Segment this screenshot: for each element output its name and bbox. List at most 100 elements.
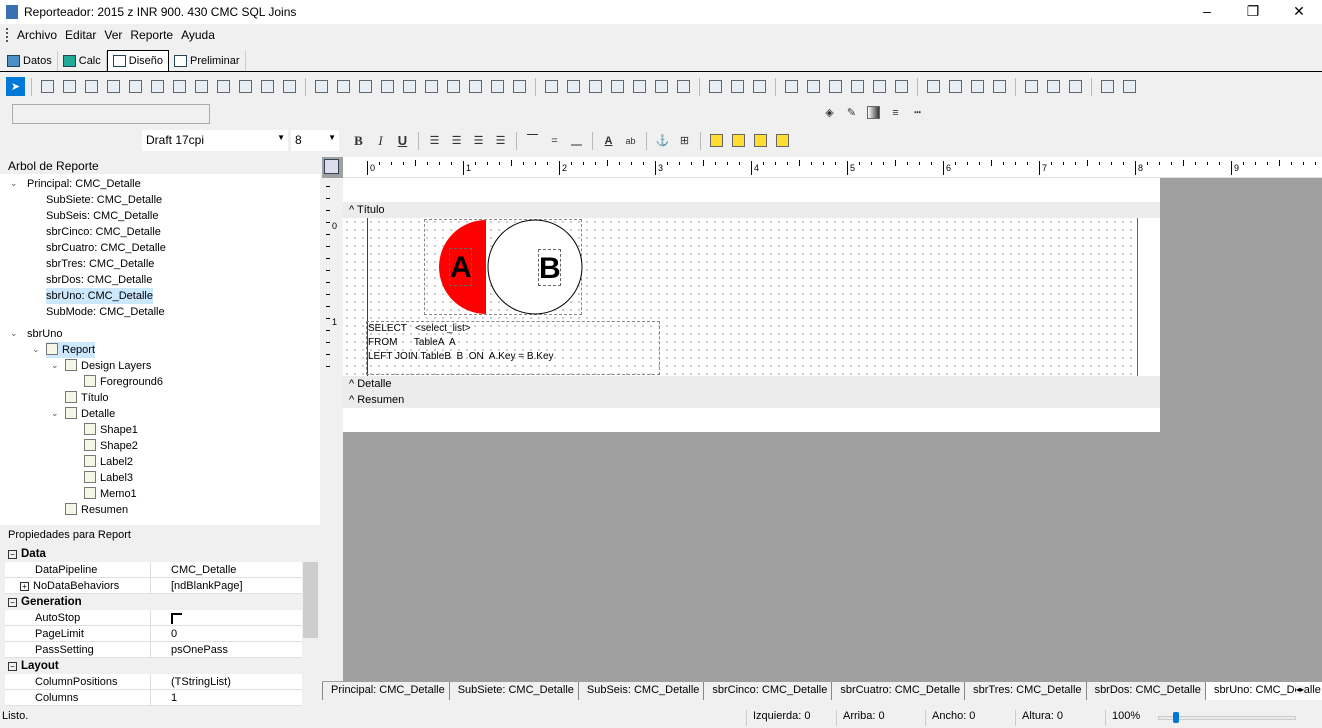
property-value[interactable]: CMC_Detalle: [151, 562, 236, 577]
memo1-sql[interactable]: SELECT <select_list> FROM TableA A LEFT …: [366, 321, 660, 375]
shape2-circle-b[interactable]: [487, 219, 583, 315]
barcode-icon[interactable]: [236, 77, 255, 96]
center-v-icon[interactable]: [1022, 77, 1041, 96]
align-middle-icon[interactable]: [804, 77, 823, 96]
tree-node[interactable]: Report: [46, 342, 96, 358]
tab-diseno[interactable]: Diseño: [106, 50, 170, 71]
richtext-icon[interactable]: [82, 77, 101, 96]
tree-node[interactable]: SubMode: CMC_Detalle: [46, 304, 165, 320]
checkbox[interactable]: [171, 613, 182, 624]
close-button[interactable]: ✕: [1276, 0, 1322, 24]
page-break-icon[interactable]: [586, 77, 605, 96]
font-color-button[interactable]: A: [599, 131, 618, 150]
align-left-icon[interactable]: ☰: [425, 131, 444, 150]
space-v-icon[interactable]: [870, 77, 889, 96]
select-arrow-icon[interactable]: ➤: [6, 77, 25, 96]
valign-bottom-icon[interactable]: ⎽: [567, 131, 586, 150]
anchor-icon[interactable]: ⚓: [653, 131, 672, 150]
send-back-icon[interactable]: [729, 131, 748, 150]
bring-front-icon[interactable]: [707, 131, 726, 150]
bring-front-icon[interactable]: [1044, 77, 1063, 96]
property-category[interactable]: − Layout: [5, 658, 302, 674]
property-value[interactable]: [ndBlankPage]: [151, 578, 243, 593]
line-color-icon[interactable]: ✎: [842, 103, 861, 122]
grip-handle[interactable]: [6, 28, 9, 42]
subreport-tab[interactable]: SubSiete: CMC_Detalle: [448, 682, 578, 700]
property-value[interactable]: psOnePass: [151, 642, 228, 657]
tree-node[interactable]: Design Layers: [65, 358, 151, 374]
tree-node[interactable]: Detalle: [65, 406, 115, 422]
minimize-button[interactable]: –: [1184, 0, 1230, 24]
border-icon[interactable]: ⊞: [675, 131, 694, 150]
tab-preliminar[interactable]: Preliminar: [169, 51, 246, 71]
tab-datos[interactable]: Datos: [2, 51, 58, 71]
tree-node[interactable]: Label3: [84, 470, 133, 486]
crosstab-icon[interactable]: [608, 77, 627, 96]
tree-node[interactable]: SubSeis: CMC_Detalle: [46, 208, 159, 224]
band-detalle[interactable]: ^ Detalle: [343, 376, 1160, 392]
table-icon[interactable]: [652, 77, 671, 96]
nudge-r-icon[interactable]: [1120, 77, 1139, 96]
property-value[interactable]: [151, 610, 182, 625]
paint-icon[interactable]: [630, 77, 649, 96]
tab-scroll-arrows[interactable]: ◂▸: [1296, 685, 1305, 694]
component-name-input[interactable]: [12, 104, 210, 124]
tree-node[interactable]: sbrUno: [27, 326, 62, 342]
tree-node[interactable]: sbrTres: CMC_Detalle: [46, 256, 154, 272]
tree-node[interactable]: Memo1: [84, 486, 137, 502]
property-row[interactable]: + NoDataBehaviors [ndBlankPage]: [5, 578, 302, 594]
justify-icon[interactable]: ☰: [491, 131, 510, 150]
expand-toggle-icon[interactable]: ⌄: [10, 328, 18, 339]
expand-toggle-icon[interactable]: ⌄: [10, 178, 18, 189]
tree-node[interactable]: Label2: [84, 454, 133, 470]
valign-top-icon[interactable]: ⎺: [523, 131, 542, 150]
align-center-icon[interactable]: ☰: [447, 131, 466, 150]
subreport-icon[interactable]: [564, 77, 583, 96]
tree-node[interactable]: Shape1: [84, 422, 138, 438]
property-category[interactable]: − Generation: [5, 594, 302, 610]
tree-node[interactable]: Foreground6: [84, 374, 163, 390]
tab-calc[interactable]: Calc: [58, 51, 107, 71]
dbcheckbox-icon[interactable]: [510, 77, 529, 96]
align-top-icon[interactable]: [782, 77, 801, 96]
band-titulo[interactable]: ^ Título: [343, 202, 1160, 218]
underline-button[interactable]: U: [393, 131, 412, 150]
tree-node[interactable]: sbrUno: CMC_Detalle: [46, 288, 153, 304]
menu-archivo[interactable]: Archivo: [13, 28, 61, 42]
shrink-icon[interactable]: [968, 77, 987, 96]
collapse-icon[interactable]: −: [8, 550, 17, 559]
font-name-select[interactable]: Draft 17cpi ▼: [142, 130, 288, 151]
calc-icon[interactable]: [104, 77, 123, 96]
memo-icon[interactable]: [60, 77, 79, 96]
space-h-icon[interactable]: [848, 77, 867, 96]
subreport-tab[interactable]: sbrUno: CMC_Detalle: [1204, 682, 1322, 700]
expand-toggle-icon[interactable]: ⌄: [51, 360, 59, 371]
property-row[interactable]: ColumnPositions (TStringList): [5, 674, 302, 690]
dbchart2-icon[interactable]: [466, 77, 485, 96]
gradient-icon[interactable]: [864, 103, 883, 122]
dbchart-icon[interactable]: [444, 77, 463, 96]
dbcalc-icon[interactable]: [126, 77, 145, 96]
dbimage-icon[interactable]: [400, 77, 419, 96]
dblabel-icon[interactable]: [312, 77, 331, 96]
menu-editar[interactable]: Editar: [61, 28, 100, 42]
subreport-tab[interactable]: SubSeis: CMC_Detalle: [577, 682, 704, 700]
property-value[interactable]: 1: [151, 690, 177, 705]
size-h-icon[interactable]: [924, 77, 943, 96]
2dbarcode-icon[interactable]: [258, 77, 277, 96]
property-value[interactable]: 0: [151, 626, 177, 641]
align-left-icon[interactable]: [706, 77, 725, 96]
tree-node[interactable]: sbrDos: CMC_Detalle: [46, 272, 152, 288]
map-icon[interactable]: [674, 77, 693, 96]
menu-reporte[interactable]: Reporte: [126, 28, 177, 42]
bold-button[interactable]: B: [349, 131, 368, 150]
highlight-color-button[interactable]: ab: [621, 131, 640, 150]
center-h-icon[interactable]: [990, 77, 1009, 96]
properties-scrollbar[interactable]: [303, 548, 318, 700]
label-icon[interactable]: [38, 77, 57, 96]
forward-icon[interactable]: [751, 131, 770, 150]
chart-icon[interactable]: [214, 77, 233, 96]
tree-node[interactable]: SubSiete: CMC_Detalle: [46, 192, 162, 208]
dbcalc2-icon[interactable]: [378, 77, 397, 96]
line-icon[interactable]: [192, 77, 211, 96]
